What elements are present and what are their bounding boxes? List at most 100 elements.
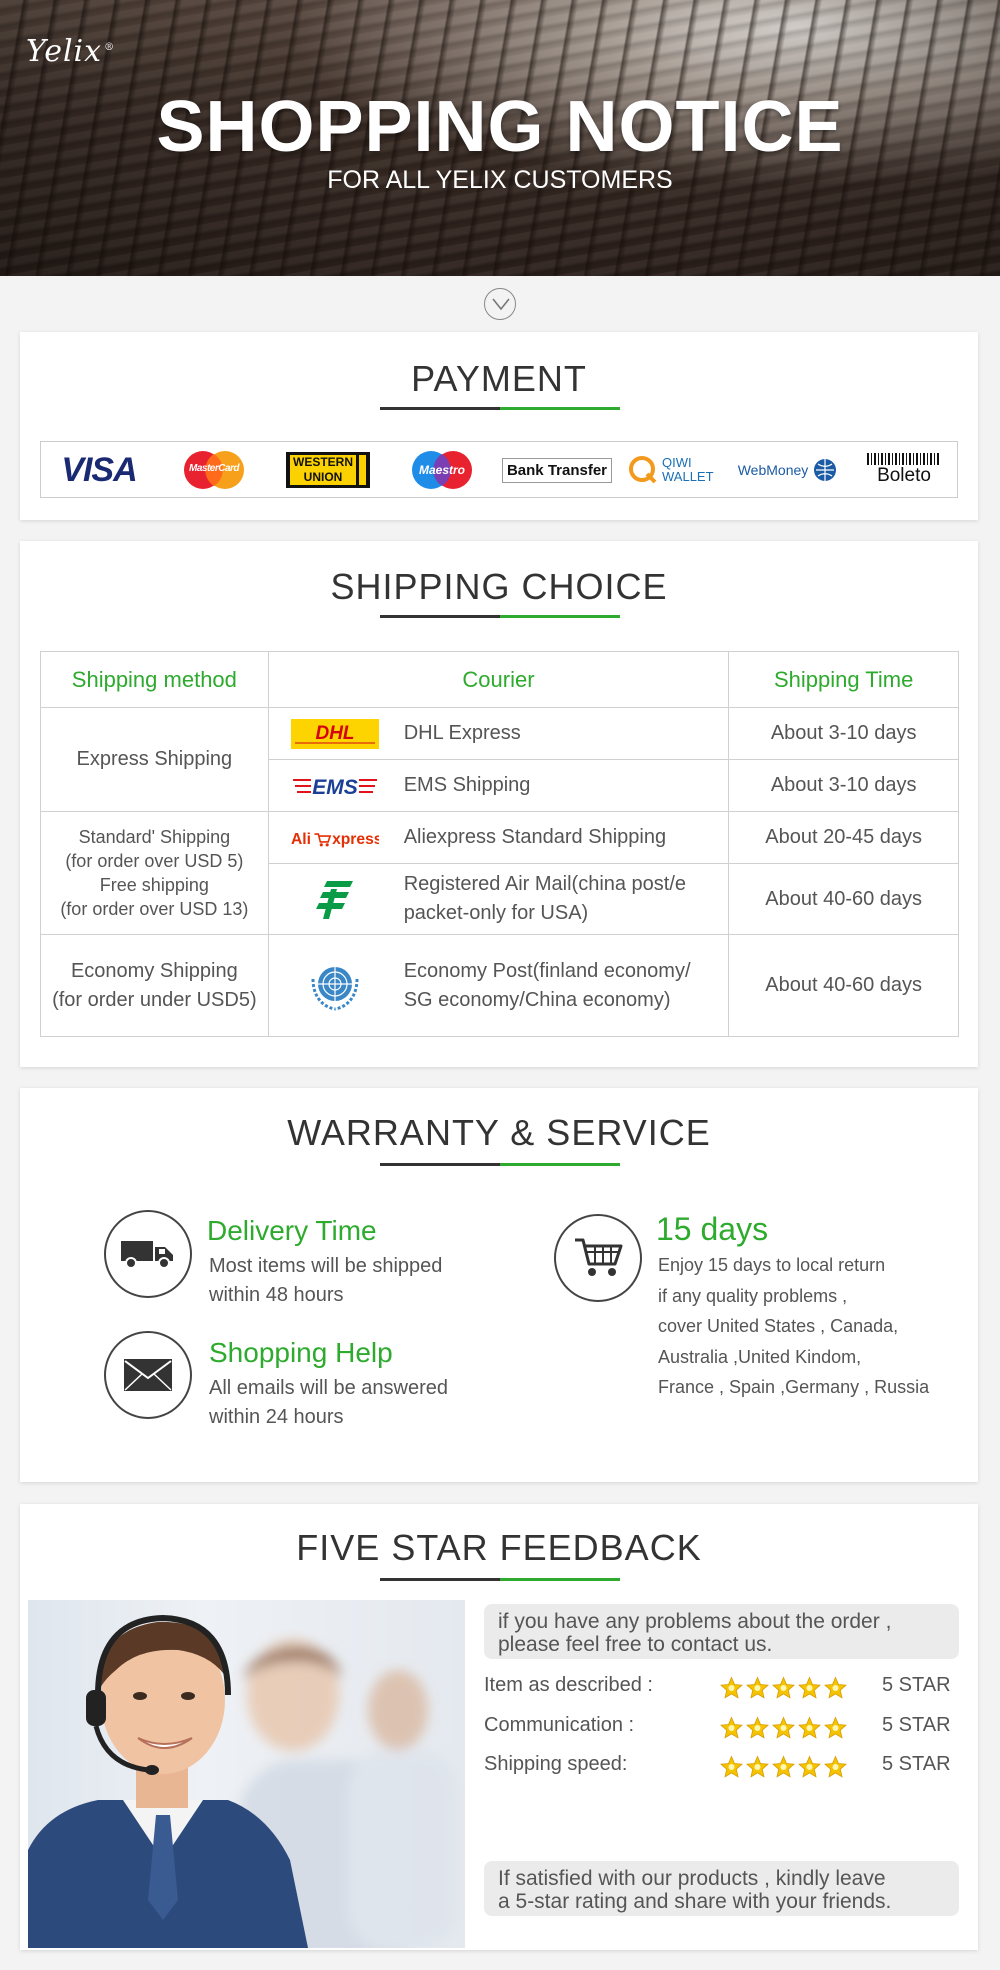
western-union-logo: WESTERN UNION <box>285 450 371 490</box>
courier-name: Registered Air Mail(china post/e packet-… <box>403 873 687 924</box>
shopping-help-text: All emails will be answered within 24 ho… <box>209 1377 448 1428</box>
webmoney-logo: WebMoney <box>733 450 843 490</box>
rating-row: Communication : 5 STAR <box>484 1714 964 1744</box>
ems-logo: EMS <box>291 771 379 801</box>
support-agent-illustration <box>28 1614 458 1948</box>
chevron-down-icon[interactable] <box>484 288 516 320</box>
courier-china-post: Registered Air Mail(china post/e packet-… <box>267 863 730 935</box>
shipping-table-header: Shipping method Courier Shipping Time <box>40 651 959 708</box>
star-icon <box>797 1716 822 1745</box>
rating-label: Item as described : <box>484 1674 653 1696</box>
webmoney-label: WebMoney <box>737 462 809 478</box>
courier-name: EMS Shipping <box>403 774 531 796</box>
hero-subtitle: FOR ALL YELIX CUSTOMERS <box>327 166 673 194</box>
rating-value: 5 STAR <box>882 1714 951 1736</box>
payment-title-underline <box>380 407 620 410</box>
mastercard-label: MasterCard <box>188 463 240 474</box>
truck-icon <box>104 1210 192 1298</box>
star-icon <box>823 1716 848 1745</box>
star-icon <box>823 1755 848 1784</box>
un-logo <box>291 959 379 1013</box>
courier-name: Economy Post(finland economy/ SG economy… <box>403 959 691 1011</box>
hero-title: SHOPPING NOTICE <box>156 87 844 167</box>
courier-aliexpress: Ali xpress Aliexpress Standard Shipping <box>267 811 730 864</box>
qiwi-label: QIWI WALLET <box>662 455 714 484</box>
bank-transfer-logo: Bank Transfer <box>501 450 613 490</box>
warranty-title-underline <box>380 1163 620 1166</box>
shipping-section: SHIPPING CHOICE Shipping method Courier … <box>20 541 978 1067</box>
star-icon <box>719 1755 744 1784</box>
feedback-title: FIVE STAR FEEDBACK <box>296 1527 702 1568</box>
rating-label: Shipping speed: <box>484 1753 628 1775</box>
star-icon <box>745 1755 770 1784</box>
table-row: Express Shipping DHL DHL Express About 3… <box>40 707 959 812</box>
time-cell: About 40-60 days <box>728 863 959 935</box>
star-rating <box>719 1755 848 1784</box>
aliexpress-logo: Ali xpress <box>291 826 379 850</box>
star-rating <box>719 1716 848 1745</box>
payment-methods-strip: VISA MasterCard WESTERN UNION Maestro Ba… <box>40 441 958 498</box>
logo-registered-mark: ® <box>104 42 116 53</box>
star-icon <box>745 1716 770 1745</box>
support-agents-photo <box>28 1600 465 1948</box>
envelope-icon <box>104 1331 192 1419</box>
delivery-time-heading: Delivery Time <box>207 1215 377 1246</box>
returns-text: Enjoy 15 days to local return if any qua… <box>658 1255 930 1397</box>
table-row: Standard' Shipping (for order over USD 5… <box>40 811 959 935</box>
courier-name: DHL Express <box>403 722 521 744</box>
shipping-title-underline <box>380 615 620 618</box>
header-shipping-method: Shipping method <box>40 651 269 708</box>
boleto-label: Boleto <box>877 465 931 486</box>
dhl-logo: DHL <box>290 718 379 749</box>
mastercard-logo: MasterCard <box>179 450 249 490</box>
visa-label: VISA <box>61 450 137 489</box>
bank-transfer-label: Bank Transfer <box>501 457 613 483</box>
star-icon <box>771 1716 796 1745</box>
hero-banner: Yelix ® SHOPPING NOTICE FOR ALL YELIX CUS… <box>0 0 1000 276</box>
star-icon <box>745 1676 770 1705</box>
rating-label: Communication : <box>484 1714 635 1736</box>
courier-economy-post: Economy Post(finland economy/ SG economy… <box>267 934 730 1037</box>
rating-value: 5 STAR <box>882 1753 951 1775</box>
feedback-title-underline <box>380 1578 620 1581</box>
shipping-table: Shipping method Courier Shipping Time Ex… <box>40 651 959 1037</box>
courier-ems: EMS EMS Shipping <box>267 759 730 812</box>
star-rating <box>719 1676 848 1705</box>
warranty-section: WARRANTY & SERVICE Delivery Time Most it… <box>20 1088 978 1482</box>
boleto-logo: Boleto <box>863 450 945 490</box>
star-icon <box>823 1676 848 1705</box>
time-cell: About 40-60 days <box>728 934 959 1037</box>
china-post-logo <box>291 877 379 921</box>
star-icon <box>771 1755 796 1784</box>
star-icon <box>719 1676 744 1705</box>
payment-section: PAYMENT VISA MasterCard WESTERN UNION Ma… <box>20 332 978 520</box>
visa-logo: VISA <box>49 450 149 490</box>
method-express: Express Shipping <box>40 707 269 812</box>
maestro-label: Maestro <box>418 463 465 477</box>
star-icon <box>797 1676 822 1705</box>
time-cell: About 20-45 days <box>728 811 959 864</box>
delivery-time-text: Most items will be shipped within 48 hou… <box>209 1255 443 1306</box>
shopping-help-heading: Shopping Help <box>209 1337 393 1368</box>
star-icon <box>719 1716 744 1745</box>
warranty-title: WARRANTY & SERVICE <box>287 1112 711 1153</box>
western-union-label: WESTERN UNION <box>293 455 353 484</box>
qiwi-wallet-logo: QIWI WALLET <box>625 450 717 490</box>
rating-row: Item as described : 5 STAR <box>484 1674 964 1704</box>
svg-text:DHL: DHL <box>315 723 354 744</box>
yelix-logo[interactable]: Yelix ® <box>26 34 115 69</box>
webmoney-globe-icon <box>814 459 837 481</box>
logo-text: Yelix <box>26 34 103 69</box>
shipping-title: SHIPPING CHOICE <box>330 566 668 607</box>
method-economy: Economy Shipping (for order under USD5) <box>40 934 269 1037</box>
star-icon <box>771 1676 796 1705</box>
table-row: Economy Shipping (for order under USD5) … <box>40 934 959 1037</box>
svg-text:EMS: EMS <box>312 776 358 799</box>
cart-icon <box>554 1214 642 1302</box>
method-standard: Standard' Shipping (for order over USD 5… <box>40 811 269 935</box>
time-cell: About 3-10 days <box>728 707 959 760</box>
svg-text:xpress: xpress <box>332 830 379 847</box>
maestro-logo: Maestro <box>407 450 477 490</box>
courier-name: Aliexpress Standard Shipping <box>403 826 667 848</box>
star-icon <box>797 1755 822 1784</box>
